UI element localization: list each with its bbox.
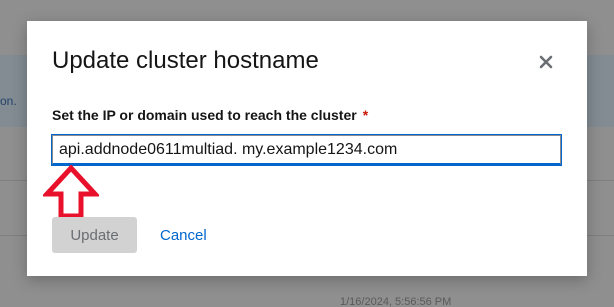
required-marker: * [362, 107, 369, 123]
modal-title: Update cluster hostname [52, 47, 319, 74]
update-button[interactable]: Update [52, 217, 137, 253]
background-timestamp: 1/16/2024, 5:56:56 PM [340, 296, 452, 307]
close-icon [539, 55, 553, 69]
close-button[interactable] [535, 51, 557, 73]
background-text: on. [0, 94, 17, 108]
up-arrow-icon [43, 165, 99, 219]
hostname-input[interactable] [51, 134, 562, 166]
update-hostname-modal: Update cluster hostname Set the IP or do… [27, 21, 587, 276]
cancel-button[interactable]: Cancel [152, 217, 215, 253]
hostname-field-label-text: Set the IP or domain used to reach the c… [52, 107, 357, 123]
hostname-field-label: Set the IP or domain used to reach the c… [52, 107, 368, 123]
